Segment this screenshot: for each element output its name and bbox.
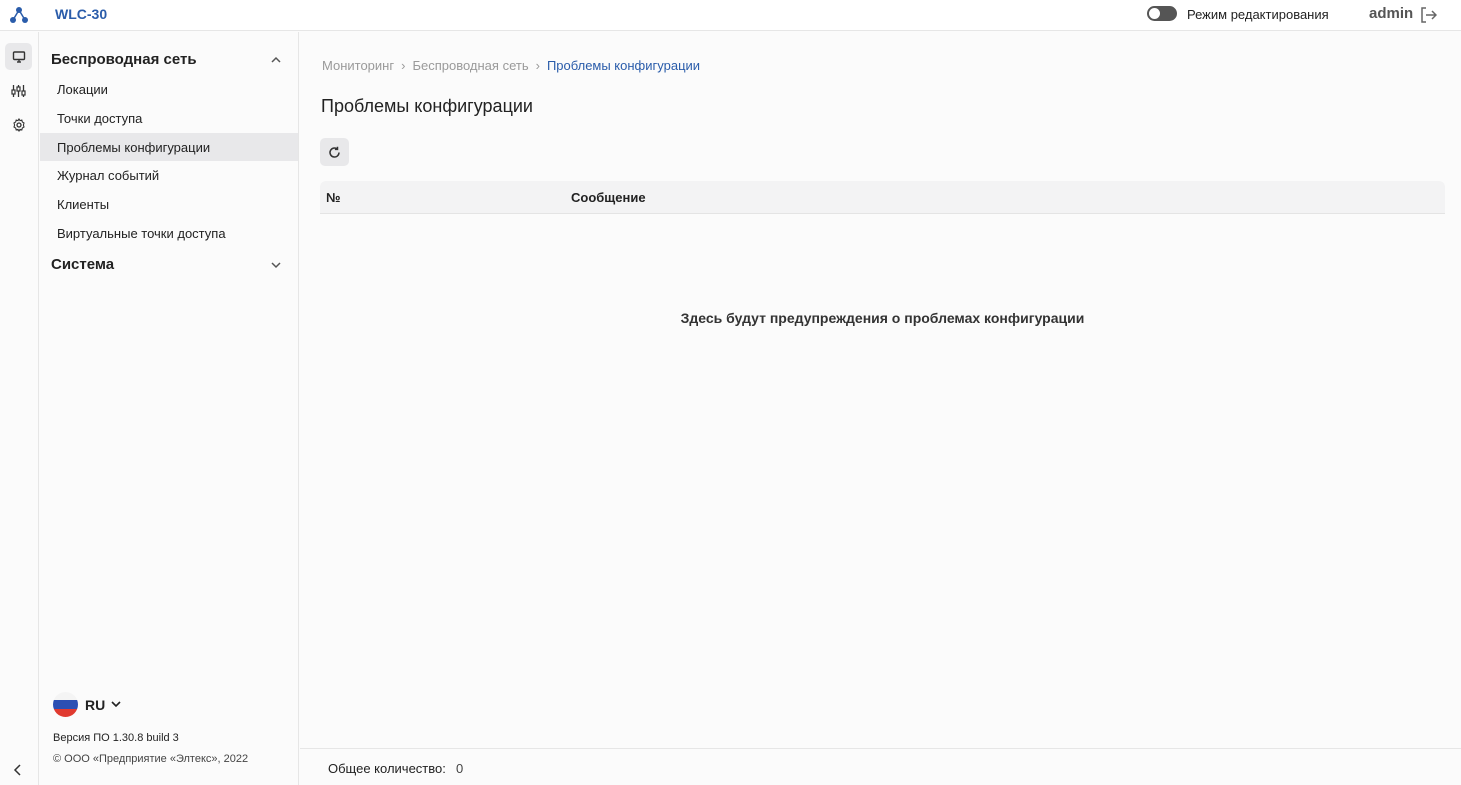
empty-table-message: Здесь будут предупреждения о проблемах к…	[680, 310, 1085, 326]
sidebar-section-system[interactable]: Система	[40, 251, 298, 277]
total-count-value: 0	[456, 761, 464, 776]
icon-rail	[0, 32, 39, 785]
total-count-label: Общее количество:	[328, 761, 446, 776]
breadcrumb-item-current: Проблемы конфигурации	[546, 58, 701, 73]
rail-equalizer-button[interactable]	[5, 77, 32, 104]
sidebar-item-access-points[interactable]: Точки доступа	[40, 104, 298, 132]
edit-mode-label: Режим редактирования	[1187, 7, 1329, 22]
user-name[interactable]: admin	[1369, 5, 1413, 22]
sidebar-item-config-problems[interactable]: Проблемы конфигурации	[40, 133, 298, 161]
sidebar-item-label: Клиенты	[57, 197, 110, 212]
software-version: Версия ПО 1.30.8 build 3	[53, 732, 179, 744]
sidebar-item-virtual-aps[interactable]: Виртуальные точки доступа	[40, 219, 298, 247]
copyright: © ООО «Предприятие «Элтекс», 2022	[53, 753, 249, 765]
chevron-down-icon	[271, 262, 281, 269]
sidebar-item-label: Журнал событий	[57, 168, 160, 183]
table-footer: Общее количество: 0	[300, 748, 1461, 785]
equalizer-icon	[11, 84, 26, 97]
edit-mode-toggle[interactable]	[1147, 6, 1177, 21]
sidebar-item-label: Локации	[57, 82, 108, 97]
breadcrumb-item-wireless[interactable]: Беспроводная сеть	[412, 58, 528, 73]
column-header-number[interactable]: №	[326, 190, 341, 205]
column-header-message[interactable]: Сообщение	[571, 190, 646, 205]
sidebar-item-locations[interactable]: Локации	[40, 75, 298, 103]
sidebar-item-clients[interactable]: Клиенты	[40, 190, 298, 218]
collapse-sidebar-icon[interactable]	[10, 762, 26, 778]
sidebar-item-event-log[interactable]: Журнал событий	[40, 161, 298, 189]
chevron-up-icon	[271, 56, 281, 63]
chevron-down-icon	[111, 701, 121, 708]
breadcrumb-separator-icon: ›	[535, 58, 540, 73]
logout-icon[interactable]	[1419, 6, 1437, 24]
language-code: RU	[85, 697, 106, 713]
table-header: № Сообщение	[320, 181, 1445, 214]
app-title[interactable]: WLC-30	[55, 6, 107, 22]
sidebar: Беспроводная сеть Локации Точки доступа …	[40, 32, 299, 785]
monitor-icon	[12, 50, 25, 63]
logo-icon[interactable]	[9, 6, 29, 24]
language-selector[interactable]: RU	[53, 692, 143, 718]
rail-monitoring-button[interactable]	[5, 43, 32, 70]
rail-settings-button[interactable]	[5, 111, 32, 138]
section-label: Система	[51, 256, 115, 273]
breadcrumb: Мониторинг › Беспроводная сеть › Проблемы ко…	[322, 58, 700, 73]
sidebar-item-label: Точки доступа	[57, 111, 143, 126]
breadcrumb-item-monitoring[interactable]: Мониторинг	[322, 58, 394, 73]
sidebar-item-label: Проблемы конфигурации	[57, 140, 211, 155]
settings-icon	[12, 117, 25, 132]
sidebar-item-label: Виртуальные точки доступа	[57, 226, 226, 241]
refresh-button[interactable]	[320, 138, 349, 166]
toggle-knob	[1149, 8, 1160, 19]
page-title: Проблемы конфигурации	[321, 96, 533, 116]
top-header: WLC-30 Режим редактирования admin	[0, 0, 1461, 31]
russia-flag-icon	[53, 692, 78, 717]
sidebar-section-wireless[interactable]: Беспроводная сеть	[40, 46, 298, 72]
breadcrumb-separator-icon: ›	[401, 58, 406, 73]
section-label: Беспроводная сеть	[51, 51, 197, 68]
refresh-icon	[329, 146, 340, 158]
